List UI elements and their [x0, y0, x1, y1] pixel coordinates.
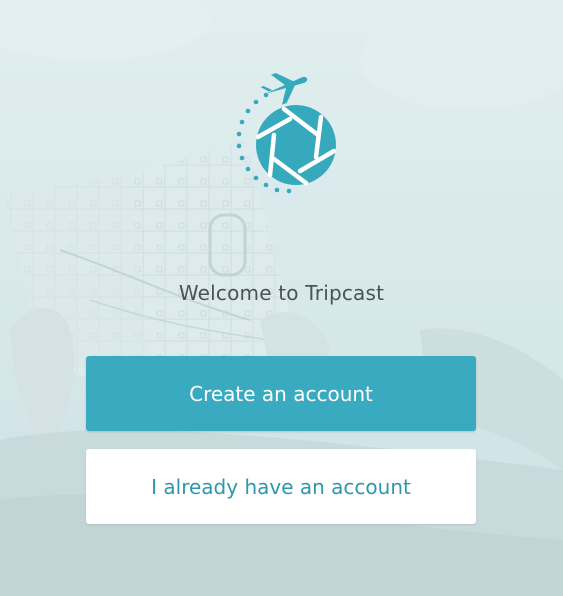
create-account-label: Create an account — [189, 381, 373, 406]
create-account-button[interactable]: Create an account — [86, 356, 476, 431]
existing-account-button[interactable]: I already have an account — [86, 449, 476, 524]
tripcast-logo-icon — [236, 73, 337, 194]
welcome-text: Welcome to Tripcast — [178, 281, 385, 305]
existing-account-label: I already have an account — [151, 474, 411, 499]
